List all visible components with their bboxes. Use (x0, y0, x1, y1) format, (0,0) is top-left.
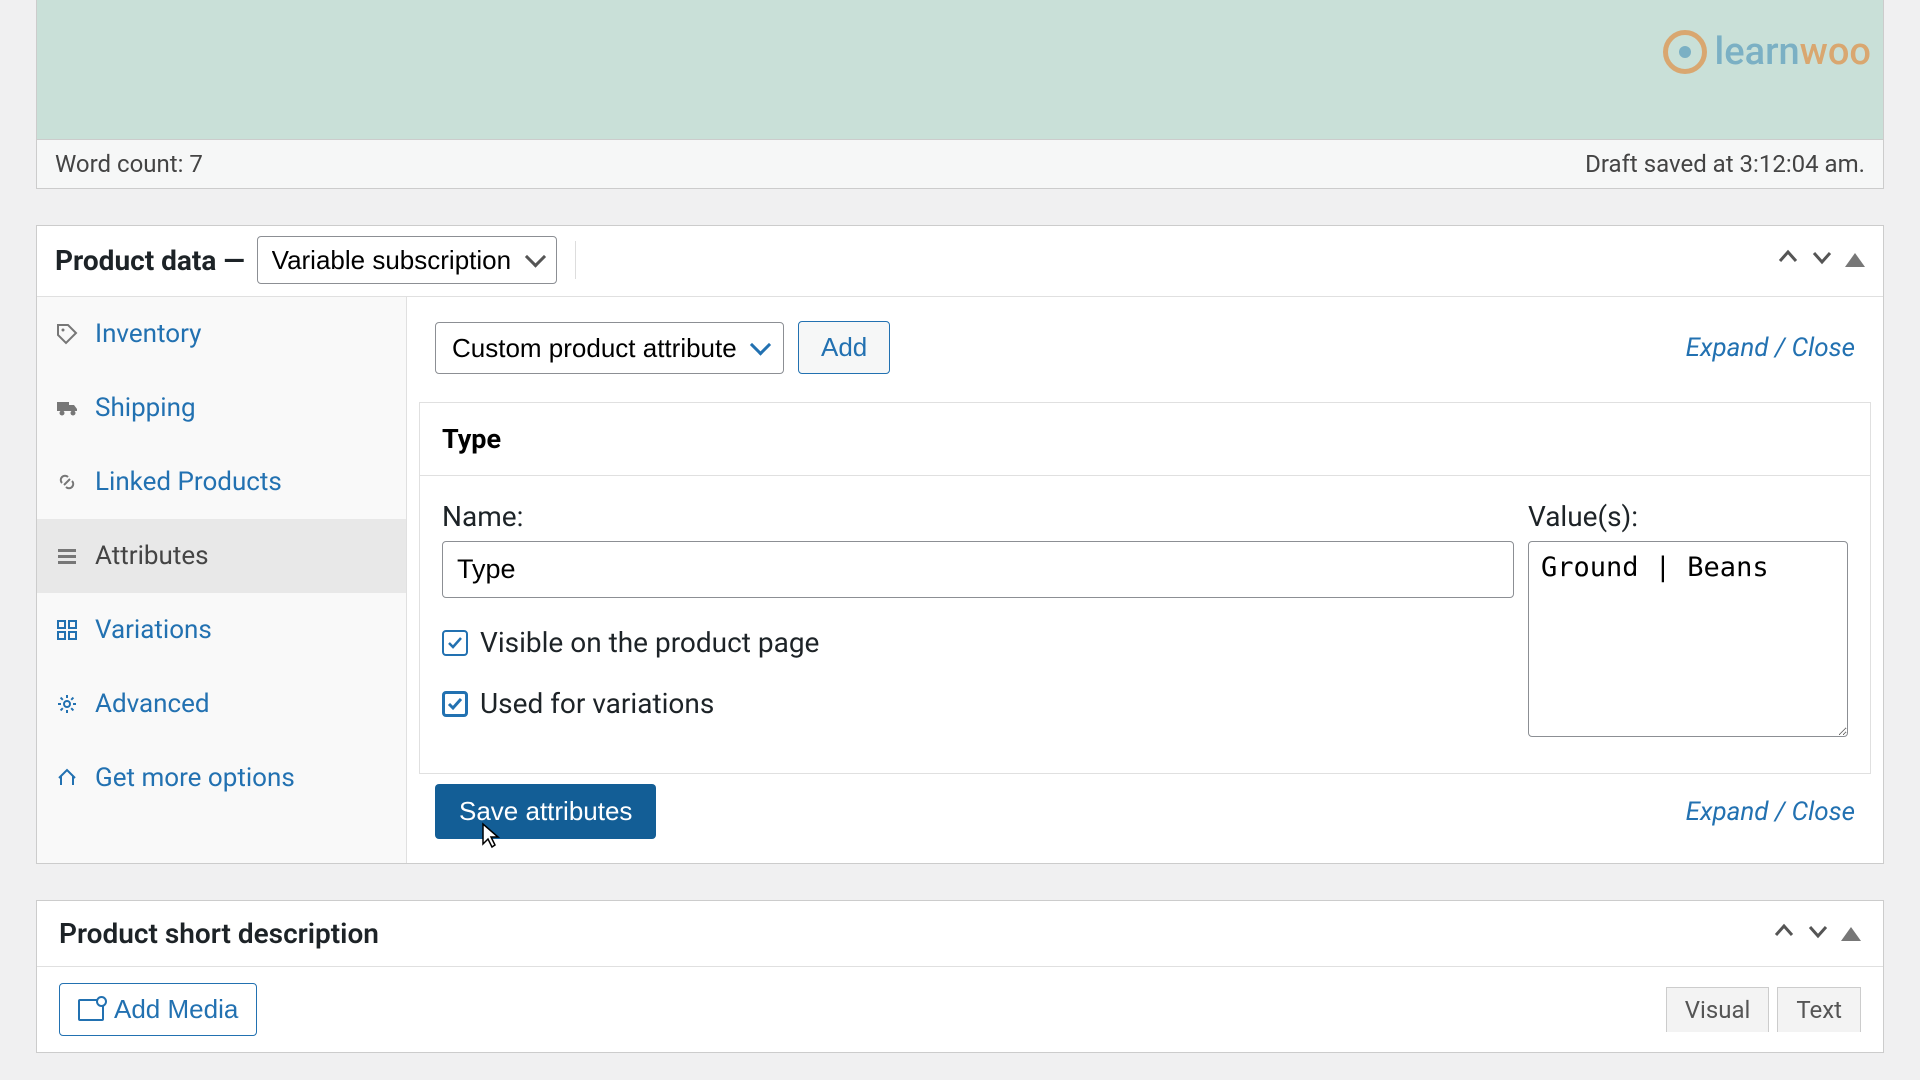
tab-label: Linked Products (95, 467, 282, 497)
add-media-button[interactable]: Add Media (59, 983, 257, 1036)
link-icon (55, 470, 79, 494)
product-data-panel: Product data — Variable subscription Inv… (36, 225, 1884, 864)
collapse-toggle-icon[interactable] (1841, 927, 1861, 941)
attributes-panel: Custom product attribute Add Expand / Cl… (407, 297, 1883, 863)
tab-label: Advanced (95, 689, 210, 719)
tab-label: Get more options (95, 763, 295, 793)
brand-logo: learnwoo (1663, 30, 1871, 74)
short-description-panel: Product short description Add Media Visu… (36, 900, 1884, 1053)
attribute-name-input[interactable] (442, 541, 1514, 598)
product-data-header: Product data — Variable subscription (37, 226, 1883, 297)
attribute-item-header[interactable]: Type (420, 403, 1870, 476)
product-type-select[interactable]: Variable subscription (257, 236, 557, 284)
grid-icon (55, 618, 79, 642)
tab-advanced[interactable]: Advanced (37, 667, 406, 741)
editor-tab-visual[interactable]: Visual (1666, 987, 1770, 1032)
draft-saved-time: Draft saved at 3:12:04 am. (1585, 150, 1865, 178)
move-up-icon[interactable] (1773, 919, 1795, 949)
marketplace-icon (55, 766, 79, 790)
editor-content-area[interactable]: learnwoo (36, 0, 1884, 140)
word-count: Word count: 7 (55, 150, 203, 178)
tab-inventory[interactable]: Inventory (37, 297, 406, 371)
tab-label: Attributes (95, 541, 209, 571)
visible-checkbox[interactable] (442, 630, 468, 656)
attribute-type-select[interactable]: Custom product attribute (435, 322, 784, 374)
expand-close-link-bottom[interactable]: Expand / Close (1686, 797, 1855, 827)
tab-shipping[interactable]: Shipping (37, 371, 406, 445)
expand-close-link[interactable]: Expand / Close (1686, 333, 1855, 363)
used-for-variations-checkbox[interactable] (442, 691, 468, 717)
tab-label: Shipping (95, 393, 196, 423)
divider (575, 241, 576, 279)
attribute-values-input[interactable] (1528, 541, 1848, 737)
editor-status-bar: Word count: 7 Draft saved at 3:12:04 am. (36, 140, 1884, 189)
tab-get-more-options[interactable]: Get more options (37, 741, 406, 815)
used-for-variations-label: Used for variations (480, 687, 714, 720)
move-down-icon[interactable] (1807, 919, 1829, 949)
collapse-toggle-icon[interactable] (1845, 253, 1865, 267)
attribute-item: Type Name: Visible on the product page (419, 402, 1871, 774)
media-icon (78, 999, 104, 1021)
tab-attributes[interactable]: Attributes (37, 519, 406, 593)
product-data-title: Product data — (55, 244, 245, 277)
add-media-label: Add Media (114, 994, 238, 1025)
save-attributes-button[interactable]: Save attributes (435, 784, 656, 839)
truck-icon (55, 396, 79, 420)
product-data-tabs: Inventory Shipping Linked Products Attri… (37, 297, 407, 863)
list-icon (55, 544, 79, 568)
short-description-title: Product short description (59, 917, 379, 950)
tab-linked-products[interactable]: Linked Products (37, 445, 406, 519)
tab-label: Inventory (95, 319, 201, 349)
tab-variations[interactable]: Variations (37, 593, 406, 667)
tag-icon (55, 322, 79, 346)
gear-icon (55, 692, 79, 716)
add-attribute-button[interactable]: Add (798, 321, 890, 374)
move-up-icon[interactable] (1777, 245, 1799, 275)
attribute-name-label: Name: (442, 500, 1514, 533)
move-down-icon[interactable] (1811, 245, 1833, 275)
attribute-values-label: Value(s): (1528, 500, 1848, 533)
editor-tab-text[interactable]: Text (1777, 987, 1861, 1032)
tab-label: Variations (95, 615, 212, 645)
logo-icon (1663, 30, 1707, 74)
visible-checkbox-label: Visible on the product page (480, 626, 819, 659)
